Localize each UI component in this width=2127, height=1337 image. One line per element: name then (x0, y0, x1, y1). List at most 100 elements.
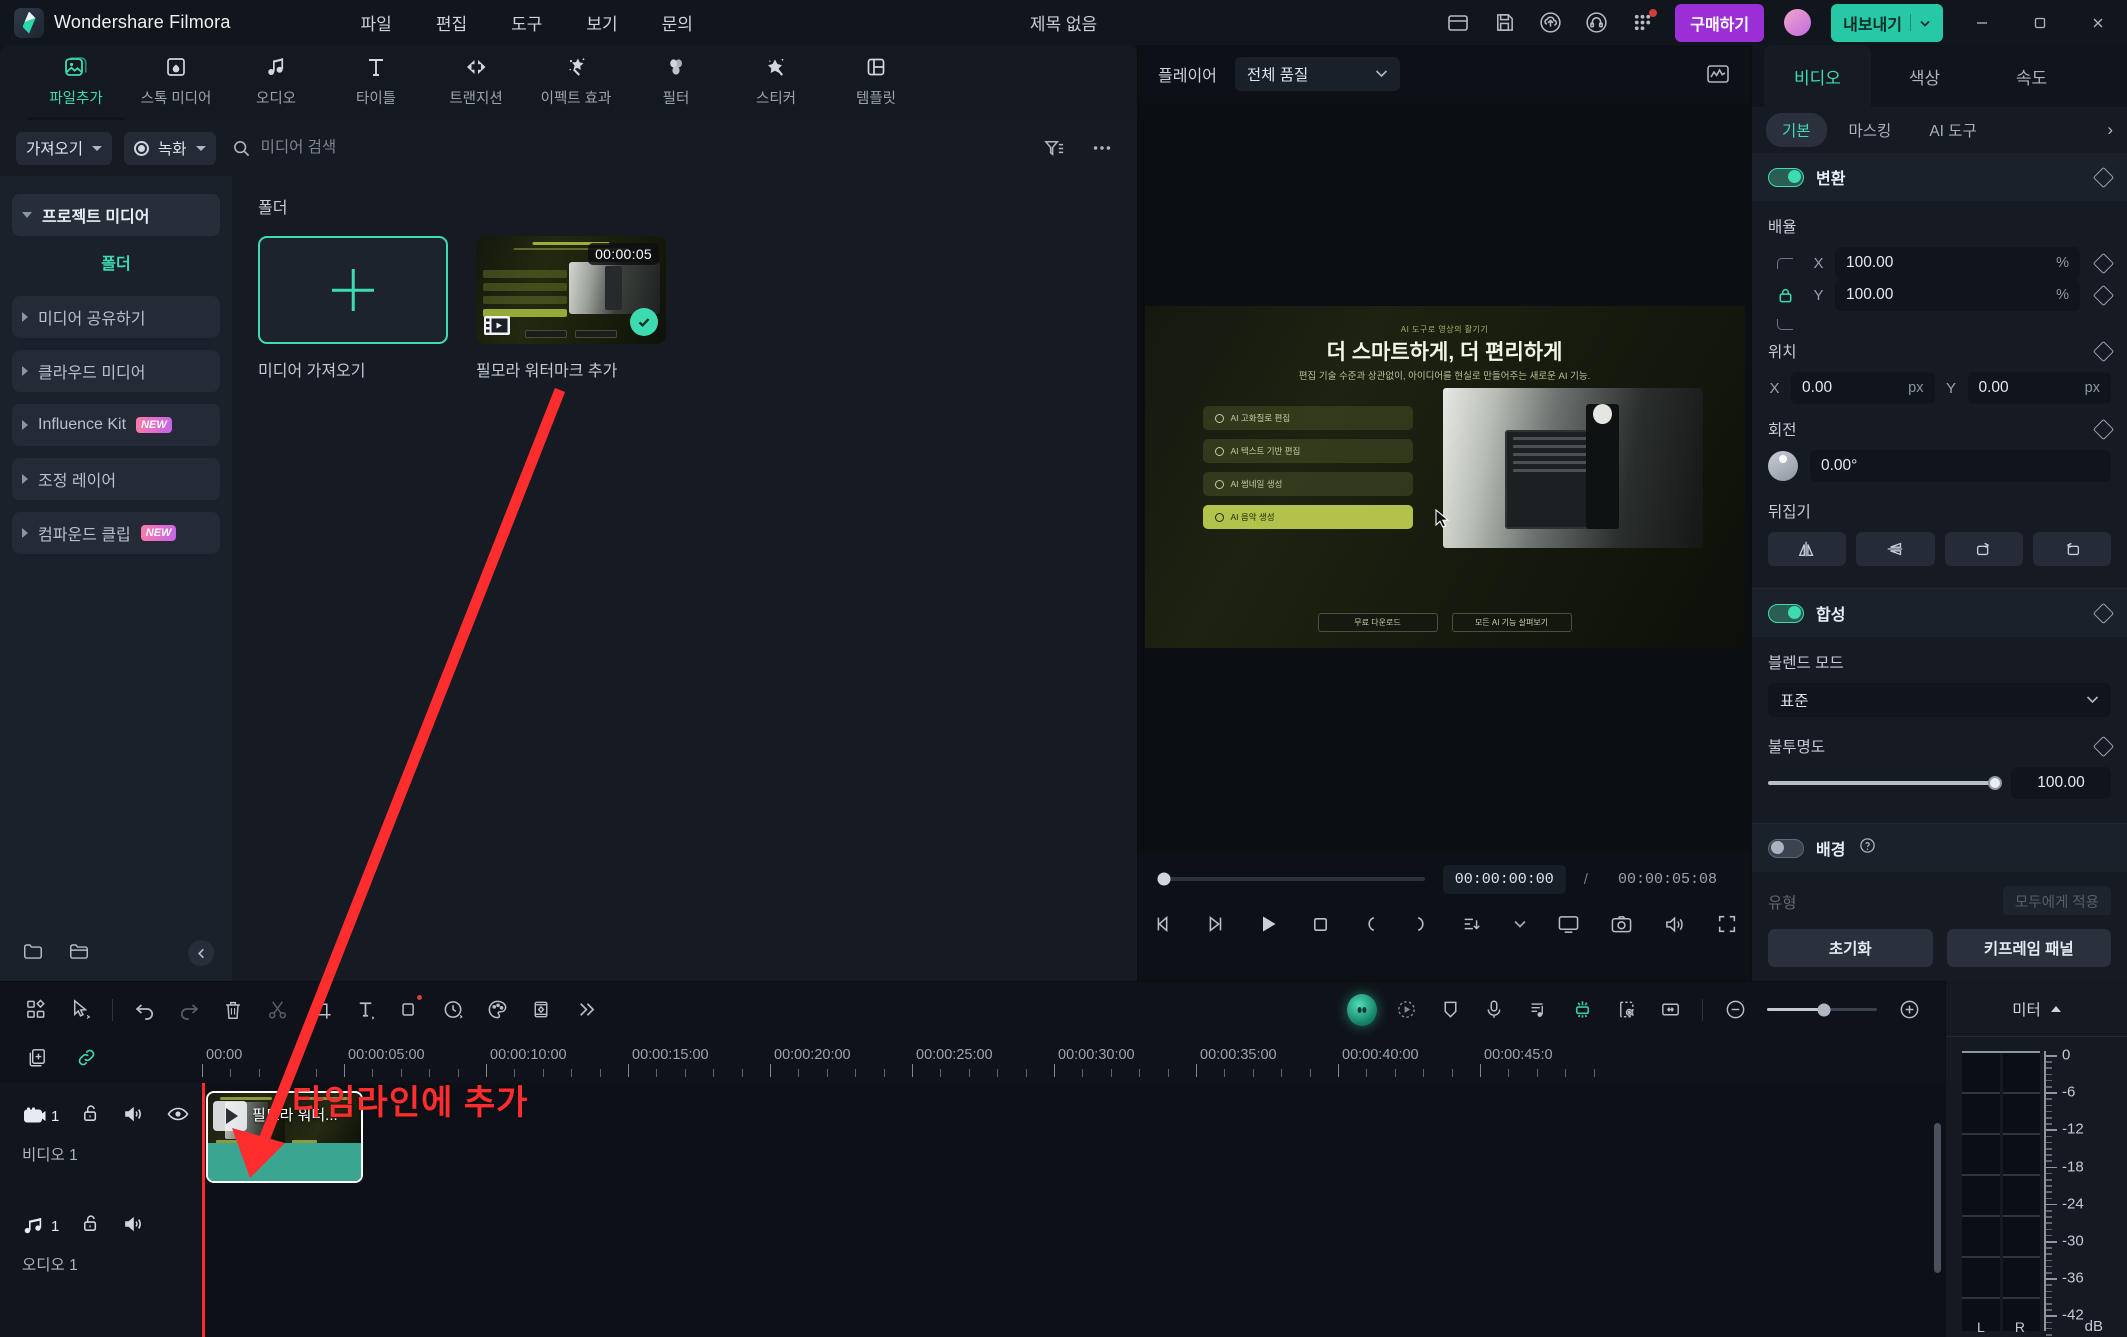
keyframe-diamond-icon[interactable] (2092, 166, 2115, 188)
sidebar-item-cloud-media[interactable]: 클라우드 미디어 (12, 350, 220, 392)
keyframe-diamond-icon[interactable] (2092, 252, 2115, 274)
filter-sort-icon[interactable] (1041, 135, 1067, 161)
prev-frame-icon[interactable] (1152, 909, 1174, 939)
new-folder-icon[interactable] (22, 940, 44, 967)
media-item-import[interactable]: 미디어 가져오기 (258, 236, 448, 381)
speaker-icon[interactable] (123, 1214, 145, 1239)
opacity-slider[interactable] (1768, 776, 2002, 790)
flip-horizontal-icon[interactable] (1768, 532, 1847, 566)
mark-out-icon[interactable] (1411, 909, 1431, 939)
menu-item-view[interactable]: 보기 (581, 6, 622, 39)
quality-dropdown[interactable]: 전체 품질 (1234, 57, 1400, 91)
add-track-icon[interactable] (26, 1046, 49, 1074)
speaker-icon[interactable] (123, 1104, 145, 1129)
mic-icon[interactable] (1472, 990, 1516, 1030)
waveform-icon[interactable] (1705, 61, 1731, 87)
blend-mode-dropdown[interactable]: 표준 (1768, 683, 2111, 717)
text-tool-icon[interactable] (343, 990, 387, 1030)
tab-video[interactable]: 비디오 (1764, 45, 1871, 107)
mark-in-icon[interactable] (1361, 909, 1381, 939)
record-dropdown[interactable]: 녹화 (124, 131, 216, 165)
playhead[interactable] (202, 1083, 205, 1337)
volume-icon[interactable] (1663, 909, 1686, 939)
position-x-input[interactable]: 0.00 px (1791, 372, 1935, 404)
subtab-ai-tools[interactable]: AI 도구 (1913, 113, 1992, 147)
rotation-input[interactable]: 0.00° (1810, 450, 2111, 482)
motion-tracking-icon[interactable] (1384, 990, 1428, 1030)
menu-item-contact[interactable]: 문의 (657, 6, 698, 39)
cloud-upload-icon[interactable] (1537, 10, 1563, 36)
playback-scrubber[interactable] (1157, 872, 1425, 886)
apps-grid-icon[interactable] (1629, 8, 1658, 36)
select-tool-icon[interactable] (58, 990, 102, 1030)
snapshot-menu-icon[interactable] (1461, 909, 1483, 939)
keyframe-diamond-icon[interactable] (2092, 735, 2115, 757)
menu-item-file[interactable]: 파일 (356, 6, 397, 39)
transform-toggle[interactable] (1768, 167, 1804, 187)
apply-all-button[interactable]: 모두에게 적용 (2002, 886, 2111, 915)
export-button[interactable]: 내보내기 (1831, 3, 1943, 42)
preview-stage[interactable]: AI 도구로 영상의 활기기 더 스마트하게, 더 편리하게 편집 기술 수준과… (1138, 103, 1751, 851)
link-icon[interactable] (75, 1046, 98, 1074)
fullscreen-icon[interactable] (1716, 909, 1738, 939)
sidebar-item-project-media[interactable]: 프로젝트 미디어 (12, 194, 220, 236)
render-preview-icon[interactable] (1560, 990, 1604, 1030)
chevron-right-icon[interactable]: › (2107, 120, 2113, 140)
sidebar-item-adjustment-layer[interactable]: 조정 레이어 (12, 458, 220, 500)
eye-icon[interactable] (167, 1105, 189, 1128)
step-icon[interactable] (1204, 909, 1226, 939)
keyframe-diamond-icon[interactable] (2092, 418, 2115, 440)
import-media-tile[interactable] (258, 236, 448, 344)
keyframe-tool-icon[interactable] (519, 990, 563, 1030)
subtab-masking[interactable]: 마스킹 (1833, 113, 1908, 147)
timeline-vertical-scrollbar[interactable] (1934, 1123, 1941, 1273)
redo-icon[interactable] (167, 990, 211, 1030)
zoom-out-icon[interactable] (1713, 990, 1757, 1030)
speed-clock-icon[interactable] (431, 990, 475, 1030)
more-dots-icon[interactable] (1089, 135, 1115, 161)
import-dropdown[interactable]: 가져오기 (16, 131, 113, 165)
composite-toggle[interactable] (1768, 603, 1804, 623)
undo-icon[interactable] (123, 990, 167, 1030)
media-item-video[interactable]: 00:00:05 필모라 워터마크 추가 (476, 236, 666, 381)
help-circle-icon[interactable] (1859, 837, 1876, 859)
opacity-slider-knob[interactable] (1988, 776, 2002, 790)
media-search[interactable] (232, 139, 531, 158)
ai-mask-icon[interactable] (1340, 990, 1384, 1030)
crop-icon[interactable] (299, 990, 343, 1030)
chevron-down-icon[interactable] (1513, 909, 1527, 939)
rotation-dial[interactable] (1768, 451, 1798, 481)
unlock-icon[interactable] (81, 1213, 101, 1239)
category-tab-transitions[interactable]: 트랜지션 (428, 45, 524, 108)
layout-grid-icon[interactable] (14, 990, 58, 1030)
video-canvas[interactable]: AI 도구로 영상의 활기기 더 스마트하게, 더 편리하게 편집 기술 수준과… (1144, 306, 1745, 648)
timeline-clip[interactable]: 필모라 워터... (206, 1091, 363, 1183)
color-palette-icon[interactable] (475, 990, 519, 1030)
menu-item-tools[interactable]: 도구 (506, 6, 547, 39)
scale-x-input[interactable]: 100.00 % (1835, 247, 2080, 279)
opacity-value[interactable]: 100.00 (2011, 767, 2111, 799)
zoom-slider-knob[interactable] (1817, 1003, 1831, 1016)
search-input[interactable] (260, 139, 531, 157)
minimize-button[interactable] (1963, 7, 2001, 39)
maximize-button[interactable] (2021, 7, 2059, 39)
fit-timeline-icon[interactable] (1648, 990, 1692, 1030)
close-button[interactable] (2079, 7, 2117, 39)
more-chevrons-icon[interactable] (563, 990, 607, 1030)
layout-icon[interactable] (1445, 10, 1471, 36)
category-tab-add-file[interactable]: 파일추가 (28, 45, 124, 108)
lane-video[interactable]: 필모라 워터... (202, 1083, 1945, 1193)
reset-button[interactable]: 초기화 (1768, 929, 1933, 967)
camera-icon[interactable] (1610, 909, 1633, 939)
cut-scissors-icon[interactable] (255, 990, 299, 1030)
delete-icon[interactable] (211, 990, 255, 1030)
sidebar-item-share-media[interactable]: 미디어 공유하기 (12, 296, 220, 338)
scale-y-input[interactable]: 100.00 % (1835, 279, 2080, 311)
zoom-slider[interactable] (1767, 1003, 1877, 1016)
caret-up-icon[interactable] (2050, 1005, 2061, 1012)
tab-speed[interactable]: 속도 (1978, 45, 2085, 107)
category-tab-effects[interactable]: 이펙트 효과 (528, 45, 624, 108)
snapshot-track-icon[interactable] (1604, 990, 1648, 1030)
folder-open-icon[interactable] (68, 940, 90, 967)
menu-item-edit[interactable]: 편집 (431, 6, 472, 39)
